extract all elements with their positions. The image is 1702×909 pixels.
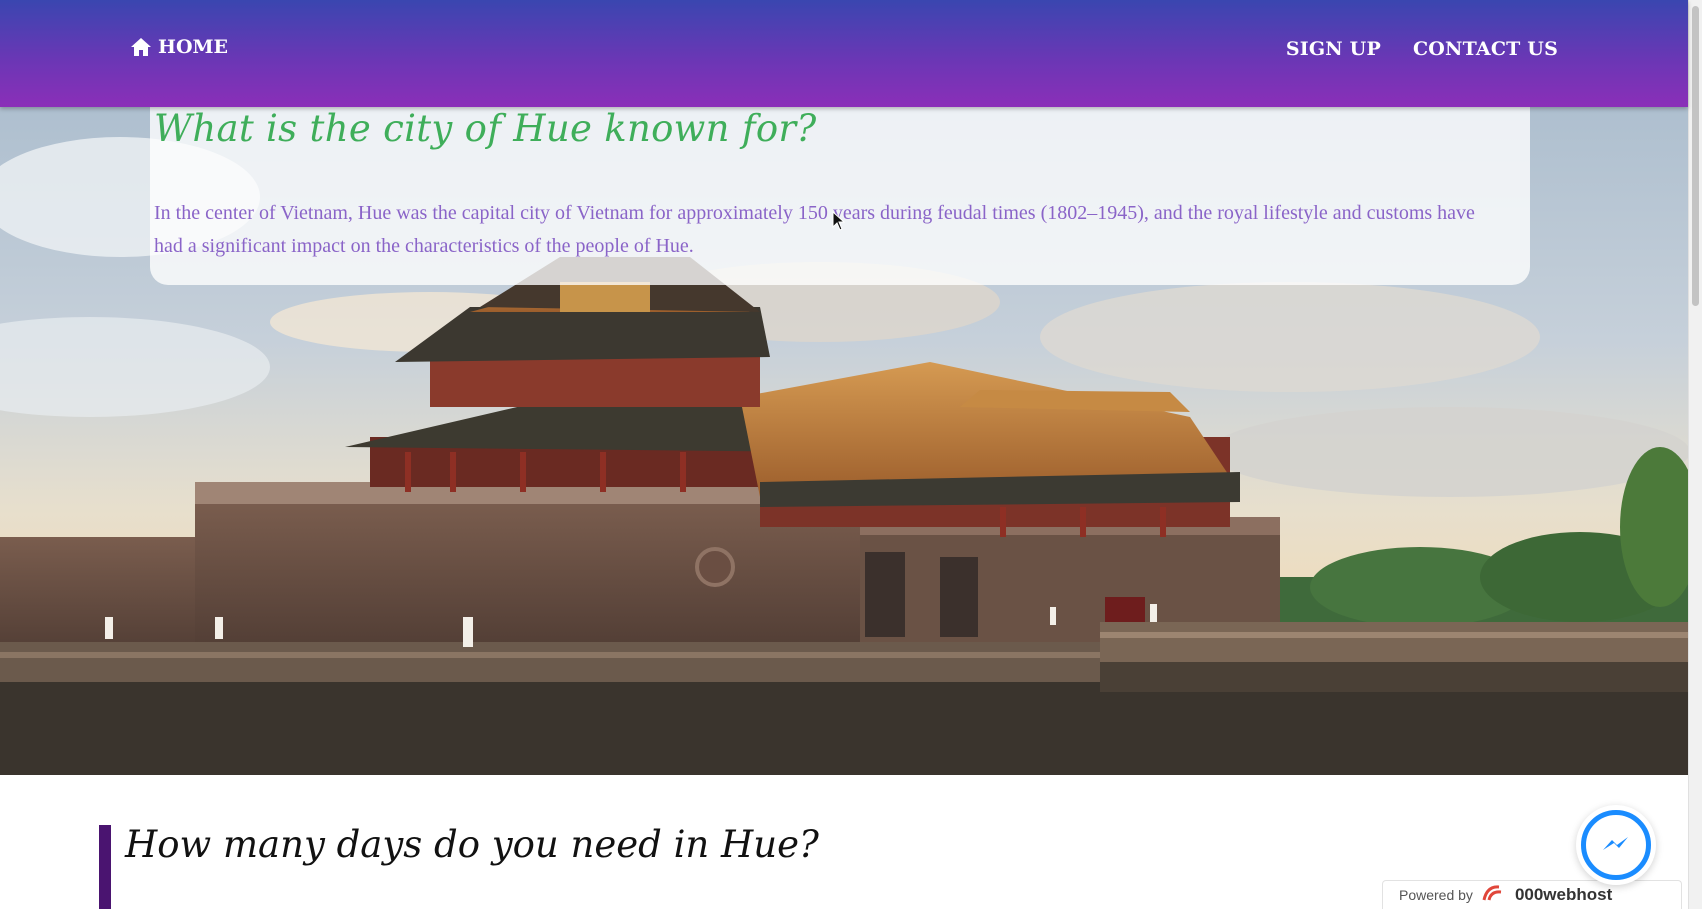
nav-home-link[interactable]: HOME bbox=[130, 36, 228, 58]
hero-section: What is the city of Hue known for? In th… bbox=[0, 107, 1688, 775]
house-icon bbox=[130, 37, 152, 57]
scrollbar-thumb[interactable] bbox=[1692, 6, 1699, 306]
nav-home-label: HOME bbox=[158, 36, 229, 58]
page: HOME SIGN UP CONTACT US What is the city… bbox=[0, 0, 1702, 909]
powered-by-brand: 000webhost bbox=[1514, 885, 1613, 904]
messenger-icon bbox=[1581, 810, 1651, 880]
nav-right-links: SIGN UP CONTACT US bbox=[1286, 38, 1558, 60]
intro-title: What is the city of Hue known for? bbox=[154, 107, 817, 150]
nav-signup-link[interactable]: SIGN UP bbox=[1286, 38, 1381, 60]
top-navbar: HOME SIGN UP CONTACT US bbox=[0, 0, 1688, 107]
messenger-chat-button[interactable] bbox=[1576, 805, 1656, 885]
webhost-logo-icon bbox=[1481, 883, 1507, 907]
page-scrollbar[interactable] bbox=[1688, 0, 1702, 909]
intro-card: What is the city of Hue known for? In th… bbox=[150, 107, 1530, 285]
section-accent-bar bbox=[99, 825, 111, 909]
intro-paragraph: In the center of Vietnam, Hue was the ca… bbox=[154, 202, 1475, 257]
nav-contact-link[interactable]: CONTACT US bbox=[1413, 38, 1558, 60]
powered-by-badge[interactable]: Powered by 000webhost bbox=[1382, 880, 1682, 909]
powered-by-label: Powered by bbox=[1399, 887, 1473, 903]
days-section-title: How many days do you need in Hue? bbox=[125, 823, 819, 866]
